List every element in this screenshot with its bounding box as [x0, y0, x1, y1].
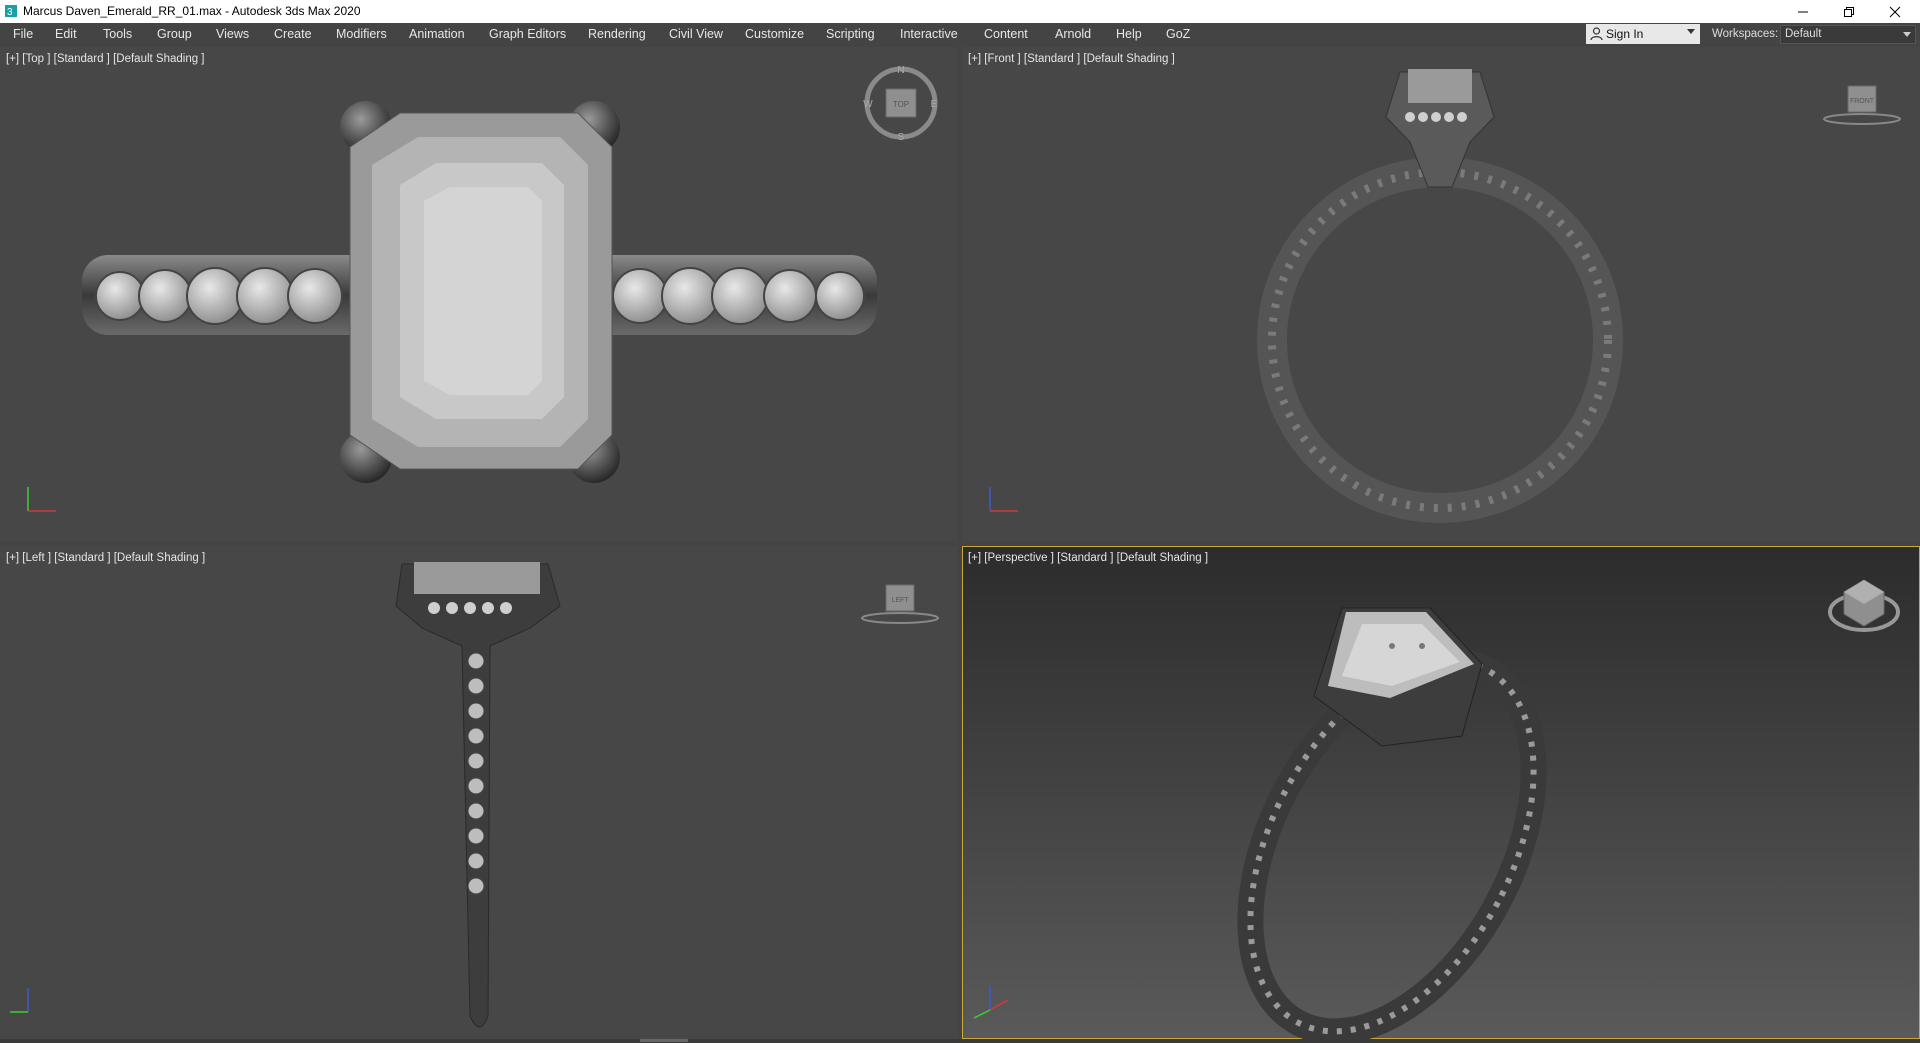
perspective-view-ring-model — [973, 579, 1900, 1039]
menu-help[interactable]: Help — [1116, 27, 1142, 41]
menu-graph-editors[interactable]: Graph Editors — [489, 27, 566, 41]
title-bar: 3 Marcus Daven_Emerald_RR_01.max - Autod… — [0, 0, 1920, 23]
top-view-ring-model: TOP N E S W — [27, 65, 938, 512]
window-title: Marcus Daven_Emerald_RR_01.max - Autodes… — [23, 4, 361, 18]
menu-arnold[interactable]: Arnold — [1055, 27, 1091, 41]
viewport-left[interactable]: LEFT [+] [Left ] [Standard ] [Default Sh… — [0, 546, 957, 1039]
svg-text:TOP: TOP — [893, 100, 909, 109]
close-icon — [1889, 6, 1901, 17]
viewport-perspective[interactable]: [+] [Perspective ] [Standard ] [Default … — [962, 546, 1920, 1039]
3dsmax-app-icon: 3 — [5, 5, 17, 18]
menu-views[interactable]: Views — [216, 27, 249, 41]
menu-group[interactable]: Group — [157, 27, 192, 41]
sign-in-dropdown[interactable]: Sign In — [1586, 24, 1700, 44]
menu-customize[interactable]: Customize — [745, 27, 804, 41]
minimize-button[interactable] — [1780, 0, 1826, 23]
menu-civil-view[interactable]: Civil View — [669, 27, 723, 41]
view-compass[interactable]: TOP N E S W — [863, 65, 937, 143]
sign-in-label: Sign In — [1606, 27, 1644, 41]
user-icon — [1590, 27, 1603, 41]
menu-create[interactable]: Create — [274, 27, 312, 41]
workspace-value: Default — [1785, 28, 1822, 40]
scroll-thumb[interactable] — [640, 1039, 688, 1042]
workspaces-label: Workspaces: — [1712, 28, 1779, 40]
menu-interactive[interactable]: Interactive — [900, 27, 958, 41]
menu-content[interactable]: Content — [984, 27, 1028, 41]
menu-modifiers[interactable]: Modifiers — [336, 27, 387, 41]
view-cube-perspective[interactable] — [1828, 579, 1900, 632]
view-cube-left[interactable]: LEFT — [861, 584, 939, 624]
svg-text:S: S — [898, 132, 905, 143]
menu-rendering[interactable]: Rendering — [588, 27, 646, 41]
menu-goz[interactable]: GoZ — [1166, 27, 1190, 41]
menu-edit[interactable]: Edit — [55, 27, 77, 41]
viewport-top[interactable]: TOP N E S W [+] [Top ] [Standard ] [Defa… — [0, 47, 957, 541]
chevron-down-icon — [1903, 32, 1911, 37]
chevron-down-icon — [1687, 29, 1695, 34]
menu-scripting[interactable]: Scripting — [826, 27, 875, 41]
view-cube-front[interactable]: FRONT — [1823, 85, 1901, 125]
axis-tripod — [989, 487, 1018, 512]
svg-text:FRONT: FRONT — [1850, 98, 1875, 105]
axis-tripod — [27, 487, 56, 512]
axis-tripod — [973, 986, 1009, 1019]
viewport-label-front[interactable]: [+] [Front ] [Standard ] [Default Shadin… — [968, 53, 1175, 65]
svg-text:W: W — [863, 99, 873, 110]
restore-button[interactable] — [1826, 0, 1872, 23]
bottom-scroll-track — [0, 1039, 1920, 1043]
restore-icon — [1844, 6, 1854, 17]
axis-tripod — [10, 988, 29, 1013]
menu-bar: File Edit Tools Group Views Create Modif… — [0, 23, 1920, 46]
minimize-icon — [1798, 11, 1808, 12]
svg-text:LEFT: LEFT — [891, 597, 909, 604]
menu-tools[interactable]: Tools — [103, 27, 132, 41]
viewport-label-left[interactable]: [+] [Left ] [Standard ] [Default Shading… — [6, 552, 205, 564]
close-button[interactable] — [1872, 0, 1918, 23]
menu-animation[interactable]: Animation — [409, 27, 465, 41]
svg-text:N: N — [897, 65, 904, 76]
viewport-label-perspective[interactable]: [+] [Perspective ] [Standard ] [Default … — [968, 552, 1208, 564]
svg-text:3: 3 — [7, 7, 13, 18]
viewport-front[interactable]: FRONT [+] [Front ] [Standard ] [Default … — [962, 47, 1920, 541]
left-view-ring-model: LEFT — [10, 562, 939, 1028]
svg-text:E: E — [931, 99, 938, 110]
workspaces-select[interactable]: Default — [1780, 25, 1916, 44]
menu-file[interactable]: File — [13, 27, 33, 41]
viewport-label-top[interactable]: [+] [Top ] [Standard ] [Default Shading … — [6, 53, 205, 65]
front-view-ring-model: FRONT — [989, 69, 1901, 523]
